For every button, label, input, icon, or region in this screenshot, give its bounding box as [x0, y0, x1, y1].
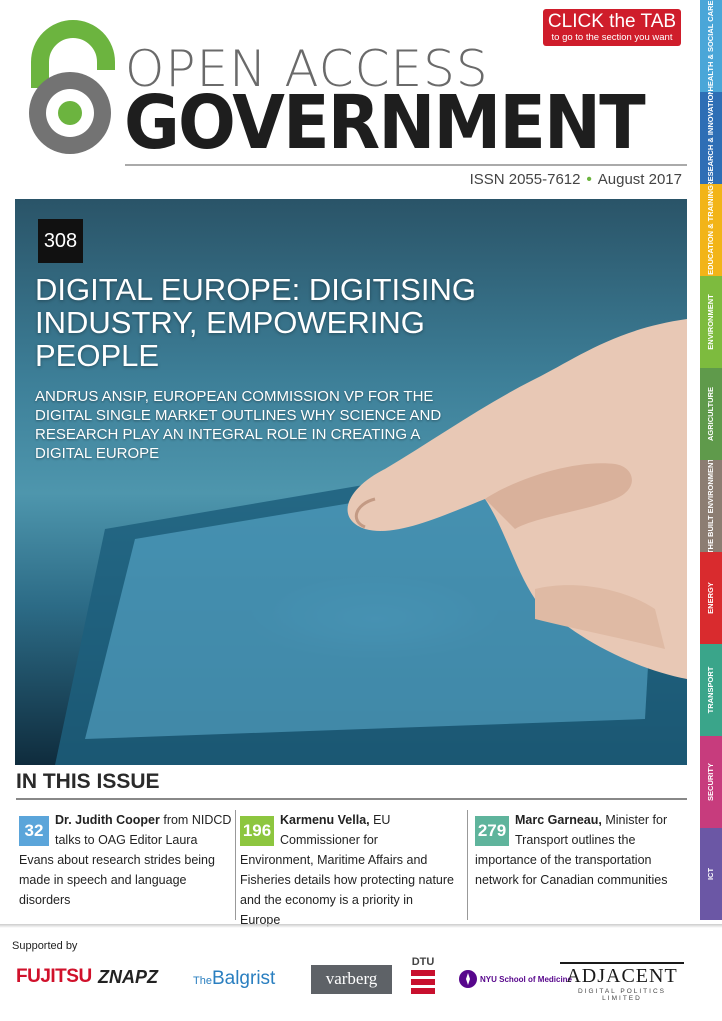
masthead-title-government: GOVERNMENT: [124, 80, 646, 166]
adjacent-logo[interactable]: ADJACENT DIGITAL POLITICS LIMITED: [560, 962, 684, 1002]
section-tab-label: EDUCATION & TRAINING: [706, 185, 715, 275]
fujitsu-logo[interactable]: FUJITSU: [16, 966, 92, 988]
balgrist-logo[interactable]: TheBalgrist: [193, 968, 275, 990]
section-tab-label: HEALTH & SOCIAL CARE: [706, 0, 715, 92]
teaser-separator: [467, 810, 468, 920]
page-number-badge: 196: [240, 816, 274, 846]
section-tab-label: ENERGY: [706, 582, 715, 614]
dtu-emblem-icon: [411, 970, 435, 994]
cover-hero-image: 308 DIGITAL EUROPE: DIGITISING INDUSTRY,…: [15, 199, 687, 765]
section-tab-research-innovation[interactable]: RESEARCH & INNOVATION: [700, 92, 722, 184]
section-tab-the-built-environment[interactable]: THE BUILT ENVIRONMENT: [700, 460, 722, 552]
section-tab-energy[interactable]: ENERGY: [700, 552, 722, 644]
dtu-logo[interactable]: DTU: [408, 956, 438, 1002]
masthead-divider: [125, 164, 687, 166]
issn-text: ISSN 2055-7612: [469, 171, 581, 188]
section-tab-label: TRANSPORT: [706, 666, 715, 714]
supported-by-label: Supported by: [12, 940, 78, 952]
section-tab-environment[interactable]: ENVIRONMENT: [700, 276, 722, 368]
nyu-logo[interactable]: NYU School of Medicine: [458, 969, 572, 989]
teaser-separator: [235, 810, 236, 920]
section-tab-label: RESEARCH & INNOVATION: [706, 92, 715, 184]
teaser-person: Dr. Judith Cooper: [55, 813, 160, 827]
nyu-torch-icon: [459, 970, 477, 988]
teaser-item[interactable]: 196 Karmenu Vella, EU Commissioner for E…: [240, 810, 454, 930]
section-tab-label: THE BUILT ENVIRONMENT: [706, 460, 715, 552]
adjacent-logo-tagline: DIGITAL POLITICS LIMITED: [578, 988, 666, 1002]
teaser-person: Karmenu Vella,: [280, 813, 370, 827]
section-tab-ict[interactable]: ICT: [700, 828, 722, 920]
section-tab-agriculture[interactable]: AGRICULTURE: [700, 368, 722, 460]
section-tab-education-training[interactable]: EDUCATION & TRAINING: [700, 184, 722, 276]
balgrist-logo-text: Balgrist: [211, 968, 276, 989]
section-tab-label: ENVIRONMENT: [706, 294, 715, 350]
section-tab-security[interactable]: SECURITY: [700, 736, 722, 828]
open-padlock-logo-icon: [29, 20, 115, 154]
section-tabs: HEALTH & SOCIAL CARE RESEARCH & INNOVATIO…: [700, 0, 722, 921]
section-tab-label: SECURITY: [706, 763, 715, 801]
section-shadow: [0, 924, 722, 928]
click-the-tab-banner: CLICK the TAB to go to the section you w…: [543, 9, 681, 46]
click-tab-title: CLICK the TAB: [547, 11, 677, 32]
dtu-logo-text: DTU: [411, 956, 435, 968]
varberg-logo[interactable]: varberg: [311, 965, 392, 994]
section-tab-transport[interactable]: TRANSPORT: [700, 644, 722, 736]
cover-headline: DIGITAL EUROPE: DIGITISING INDUSTRY, EMP…: [35, 272, 476, 373]
teaser-item[interactable]: 32 Dr. Judith Cooper from NIDCD talks to…: [19, 810, 233, 910]
teaser-person: Marc Garneau,: [515, 813, 602, 827]
issue-date: August 2017: [597, 171, 682, 188]
balgrist-logo-prefix: The: [193, 975, 212, 987]
page-number-badge: 32: [19, 816, 49, 846]
cover-subheadline: ANDRUS ANSIP, EUROPEAN COMMISSION VP FOR…: [35, 388, 442, 462]
section-tab-health-social-care[interactable]: HEALTH & SOCIAL CARE: [700, 0, 722, 92]
nyu-logo-text: NYU School of Medicine: [480, 974, 573, 984]
in-this-issue-divider: [16, 798, 687, 800]
issn-date-line: ISSN 2055-7612 • August 2017: [470, 171, 682, 188]
section-tab-label: AGRICULTURE: [706, 386, 715, 442]
issue-number-badge: 308: [38, 219, 83, 263]
separator-dot-icon: •: [586, 171, 592, 188]
section-tab-label: ICT: [706, 867, 715, 881]
adjacent-logo-text: ADJACENT: [560, 962, 684, 988]
znapz-logo[interactable]: ZNAPZ: [98, 967, 158, 988]
in-this-issue-heading: IN THIS ISSUE: [16, 770, 160, 793]
teaser-text: from NIDCD talks to OAG Editor Laura Eva…: [19, 813, 232, 907]
click-tab-subtitle: to go to the section you want: [551, 32, 673, 43]
teaser-item[interactable]: 279 Marc Garneau, Minister for Transport…: [475, 810, 680, 890]
page-number-badge: 279: [475, 816, 509, 846]
